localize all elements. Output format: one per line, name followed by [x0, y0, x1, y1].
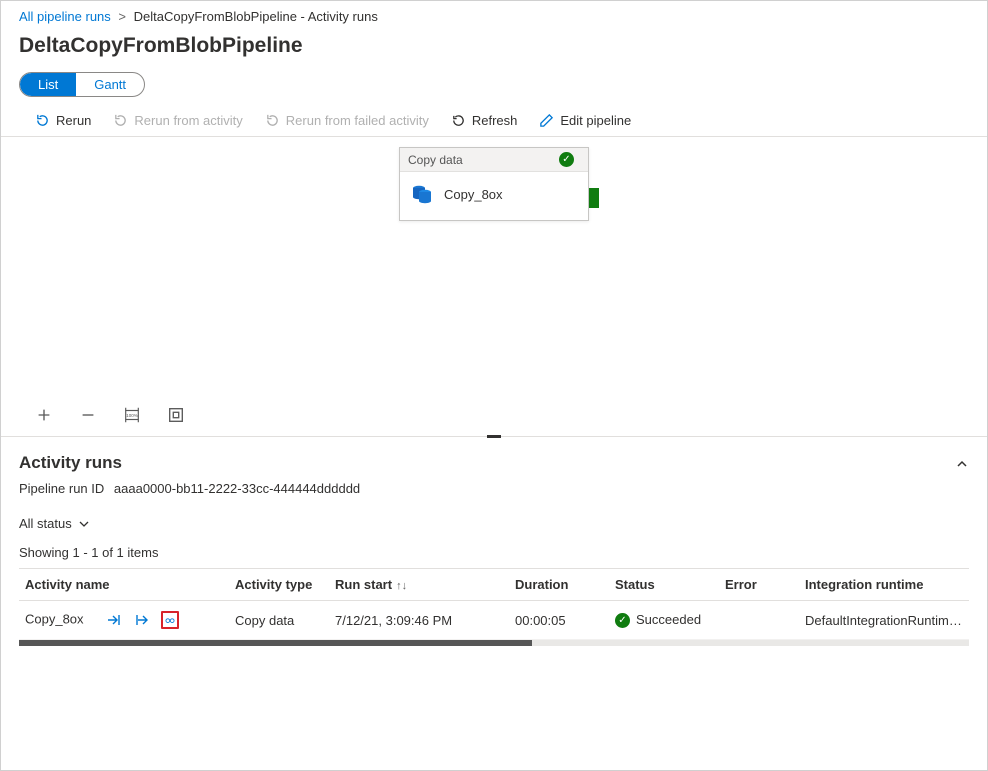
breadcrumb-current: DeltaCopyFromBlobPipeline - Activity run…	[134, 9, 378, 24]
rerun-from-activity-button: Rerun from activity	[113, 113, 242, 128]
rerun-failed-icon	[265, 113, 280, 128]
rerun-activity-icon	[113, 113, 128, 128]
pipeline-canvas[interactable]: Copy data ✓ Copy_8ox 100%	[1, 137, 987, 437]
output-icon[interactable]	[133, 611, 151, 629]
cell-error	[719, 601, 799, 640]
canvas-zoom-controls: 100%	[35, 406, 185, 424]
activity-node-name: Copy_8ox	[444, 187, 503, 202]
view-toggle: List Gantt	[19, 72, 145, 97]
cell-status: ✓Succeeded	[609, 601, 719, 640]
rerun-activity-label: Rerun from activity	[134, 113, 242, 128]
activity-node-header: Copy data ✓	[400, 148, 588, 172]
success-icon: ✓	[559, 152, 574, 167]
activity-node-copy[interactable]: Copy data ✓ Copy_8ox	[399, 147, 589, 221]
input-icon[interactable]	[105, 611, 123, 629]
canvas-resize-handle[interactable]	[487, 435, 501, 438]
cell-duration: 00:00:05	[509, 601, 609, 640]
col-activity-type[interactable]: Activity type	[229, 569, 329, 601]
edit-pipeline-label: Edit pipeline	[560, 113, 631, 128]
breadcrumb-separator: >	[118, 9, 126, 24]
details-glasses-icon[interactable]	[161, 611, 179, 629]
cell-activity-type: Copy data	[229, 601, 329, 640]
run-id-value: aaaa0000-bb11-2222-33cc-444444dddddd	[114, 481, 360, 496]
col-activity-name[interactable]: Activity name	[19, 569, 229, 601]
activity-node-output-port[interactable]	[589, 188, 599, 208]
success-icon: ✓	[615, 613, 630, 628]
rerun-failed-label: Rerun from failed activity	[286, 113, 429, 128]
col-status[interactable]: Status	[609, 569, 719, 601]
rerun-from-failed-button: Rerun from failed activity	[265, 113, 429, 128]
chevron-down-icon	[78, 518, 90, 530]
refresh-icon	[451, 113, 466, 128]
svg-text:100%: 100%	[126, 413, 138, 418]
refresh-button[interactable]: Refresh	[451, 113, 518, 128]
page-title: DeltaCopyFromBlobPipeline	[19, 34, 969, 58]
activity-runs-heading: Activity runs	[19, 453, 122, 473]
horizontal-scrollbar[interactable]	[19, 640, 969, 646]
sort-icon: ↑↓	[396, 580, 407, 592]
view-toggle-list[interactable]: List	[20, 73, 76, 96]
col-runtime[interactable]: Integration runtime	[799, 569, 969, 601]
col-duration[interactable]: Duration	[509, 569, 609, 601]
rerun-button[interactable]: Rerun	[35, 113, 91, 128]
activity-node-type: Copy data	[408, 153, 463, 167]
rerun-icon	[35, 113, 50, 128]
col-run-start[interactable]: Run start↑↓	[329, 569, 509, 601]
table-row[interactable]: Copy_8ox Copy data 7/12/21, 3:	[19, 601, 969, 640]
rerun-label: Rerun	[56, 113, 91, 128]
cell-activity-name: Copy_8ox	[25, 611, 84, 626]
status-filter-label: All status	[19, 516, 72, 531]
pipeline-run-id: Pipeline run ID aaaa0000-bb11-2222-33cc-…	[19, 481, 969, 496]
zoom-fit-icon[interactable]	[167, 406, 185, 424]
breadcrumb: All pipeline runs > DeltaCopyFromBlobPip…	[1, 1, 987, 24]
action-toolbar: Rerun Rerun from activity Rerun from fai…	[1, 107, 987, 137]
edit-pipeline-button[interactable]: Edit pipeline	[539, 113, 631, 128]
col-error[interactable]: Error	[719, 569, 799, 601]
status-filter-dropdown[interactable]: All status	[19, 512, 90, 535]
result-count: Showing 1 - 1 of 1 items	[19, 545, 969, 560]
breadcrumb-root-link[interactable]: All pipeline runs	[19, 9, 111, 24]
activity-runs-table: Activity name Activity type Run start↑↓ …	[19, 568, 969, 640]
view-toggle-gantt[interactable]: Gantt	[76, 73, 144, 96]
zoom-in-icon[interactable]	[35, 406, 53, 424]
run-id-label: Pipeline run ID	[19, 481, 104, 496]
collapse-section-button[interactable]	[955, 457, 969, 474]
cell-run-start: 7/12/21, 3:09:46 PM	[329, 601, 509, 640]
database-icon	[410, 182, 434, 206]
zoom-reset-icon[interactable]: 100%	[123, 406, 141, 424]
pencil-icon	[539, 113, 554, 128]
zoom-out-icon[interactable]	[79, 406, 97, 424]
refresh-label: Refresh	[472, 113, 518, 128]
cell-runtime: DefaultIntegrationRuntime (Eas	[799, 601, 969, 640]
